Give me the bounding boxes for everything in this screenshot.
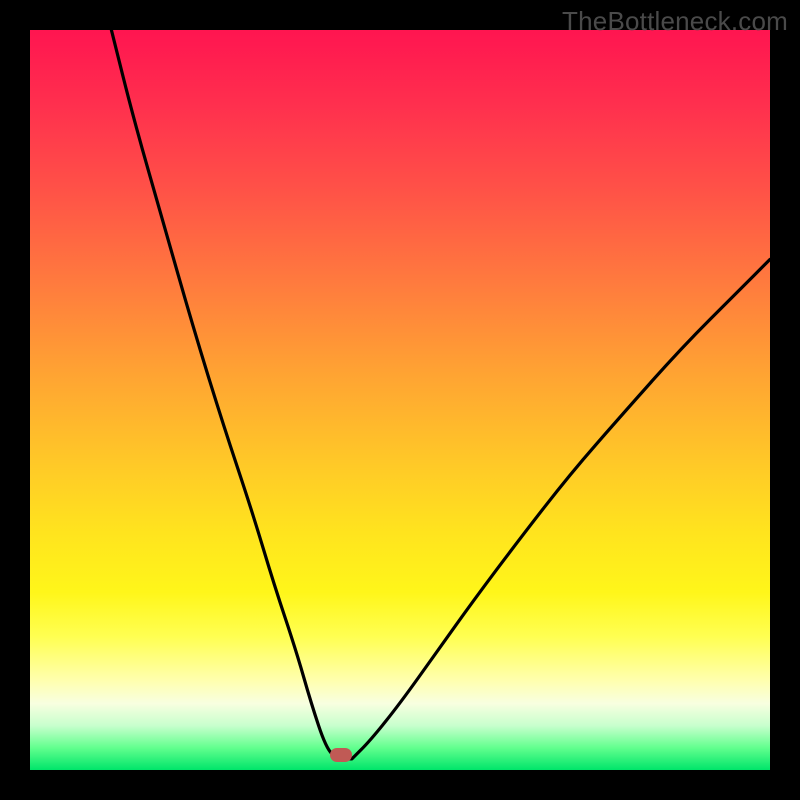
plot-area <box>30 30 770 770</box>
curve-path <box>111 30 770 759</box>
bottleneck-curve <box>30 30 770 770</box>
minimum-marker <box>330 748 352 762</box>
chart-frame: TheBottleneck.com <box>0 0 800 800</box>
watermark-text: TheBottleneck.com <box>562 6 788 37</box>
